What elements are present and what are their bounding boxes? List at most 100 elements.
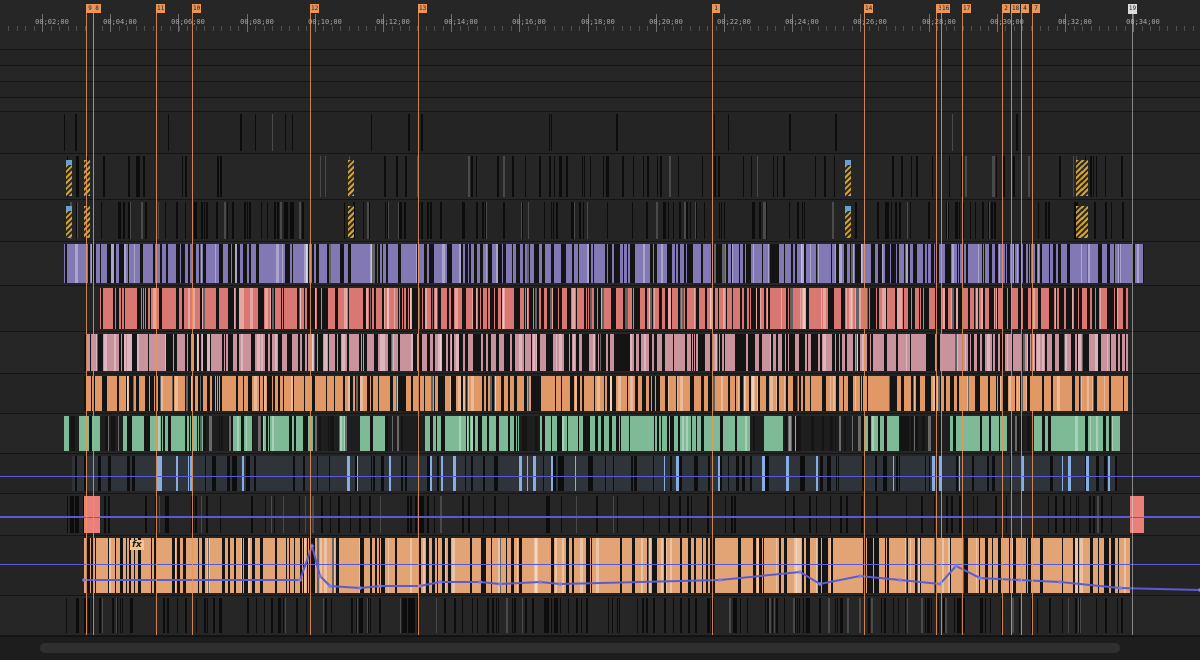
clip-edit[interactable] — [860, 244, 861, 283]
clip-edit[interactable] — [634, 334, 636, 371]
clip-sliver[interactable] — [691, 496, 692, 533]
clip-edit[interactable] — [175, 376, 178, 411]
clip-edit[interactable] — [696, 288, 699, 329]
clip-edit[interactable] — [438, 334, 441, 371]
clip-sliver[interactable] — [492, 598, 494, 633]
clip-edit[interactable] — [1110, 334, 1111, 371]
clip-edit[interactable] — [1038, 288, 1041, 329]
clip-edit[interactable] — [216, 376, 217, 411]
clip-sliver[interactable] — [560, 598, 561, 633]
clip-sliver[interactable] — [907, 598, 908, 633]
clip-sliver[interactable] — [428, 202, 429, 239]
clip-edit[interactable] — [229, 288, 230, 329]
clip-edit[interactable] — [291, 376, 293, 411]
clip-sliver[interactable] — [350, 496, 351, 533]
clip-edit[interactable] — [401, 456, 403, 491]
clip-edit[interactable] — [583, 334, 584, 371]
clip-edit[interactable] — [322, 334, 323, 371]
clip-edit[interactable] — [655, 244, 657, 283]
clip-edit[interactable] — [373, 244, 375, 283]
clip-edit[interactable] — [219, 244, 222, 283]
clip-edit[interactable] — [754, 416, 755, 451]
clip-sliver[interactable] — [965, 156, 967, 197]
clip-edit[interactable] — [414, 288, 417, 329]
clip-edit[interactable] — [944, 376, 945, 411]
keyframe-point[interactable] — [298, 578, 302, 582]
clip-edit[interactable] — [817, 334, 818, 371]
clip-sliver[interactable] — [361, 598, 363, 633]
clip-edit[interactable] — [188, 288, 190, 329]
clip-edit[interactable] — [593, 334, 596, 371]
clip-sliver[interactable] — [220, 598, 222, 633]
clip-sliver[interactable] — [408, 114, 410, 151]
clip-edit[interactable] — [200, 416, 202, 451]
clip-sliver[interactable] — [206, 202, 207, 239]
clip-sliver[interactable] — [729, 598, 731, 633]
clip-edit[interactable] — [659, 376, 660, 411]
clip-edit[interactable] — [1115, 288, 1117, 329]
clip-edit[interactable] — [561, 456, 564, 491]
clip-edit[interactable] — [588, 456, 590, 491]
clip-edit[interactable] — [678, 416, 680, 451]
clip-sliver[interactable] — [321, 496, 323, 533]
clip-sliver[interactable] — [654, 598, 655, 633]
clip-edit[interactable] — [105, 376, 107, 411]
clip-sliver[interactable] — [982, 202, 983, 239]
clip-edit[interactable] — [810, 244, 811, 283]
clip-sliver[interactable] — [410, 496, 412, 533]
clip-edit[interactable] — [953, 416, 956, 451]
clip-edit[interactable] — [134, 334, 137, 371]
clip-edit[interactable] — [625, 288, 628, 329]
clip-edit[interactable] — [816, 456, 818, 491]
clip-edit[interactable] — [261, 334, 262, 371]
clip-sliver[interactable] — [948, 202, 949, 239]
clip-edit[interactable] — [453, 456, 456, 491]
clip-sliver[interactable] — [305, 496, 306, 533]
clip-edit[interactable] — [695, 334, 696, 371]
clip-sliver[interactable] — [980, 598, 982, 633]
clip-edit[interactable] — [1057, 376, 1060, 411]
clip-edit[interactable] — [694, 456, 697, 491]
clip-edit[interactable] — [665, 376, 666, 411]
clip-sliver[interactable] — [1105, 156, 1106, 197]
clip-edit[interactable] — [514, 376, 517, 411]
clip-edit[interactable] — [785, 416, 787, 451]
clip-edit[interactable] — [462, 288, 464, 329]
clip-edit[interactable] — [229, 334, 231, 371]
clip-edit[interactable] — [437, 456, 439, 491]
timeline-track[interactable] — [0, 596, 1200, 636]
clip-sliver[interactable] — [921, 598, 923, 633]
horizontal-scrollbar[interactable] — [0, 636, 1200, 660]
clip-edit[interactable] — [265, 288, 268, 329]
clip-edit[interactable] — [1012, 334, 1013, 371]
clip-edit[interactable] — [398, 288, 399, 329]
clip-sliver[interactable] — [1076, 496, 1077, 533]
clip-sliver[interactable] — [514, 598, 516, 633]
clip-sliver[interactable] — [271, 598, 273, 633]
clip-sliver[interactable] — [216, 202, 218, 239]
clip-sliver[interactable] — [617, 598, 618, 633]
clip-edit[interactable] — [784, 244, 785, 283]
clip-sliver[interactable] — [1121, 156, 1123, 197]
clip-edit[interactable] — [382, 244, 383, 283]
audio-clip-hatched[interactable] — [1082, 206, 1088, 238]
clip-edit[interactable] — [467, 376, 469, 411]
clip-edit[interactable] — [116, 288, 119, 329]
clip-sliver[interactable] — [244, 202, 246, 239]
clip-edit[interactable] — [447, 244, 448, 283]
clip-sliver[interactable] — [990, 598, 991, 633]
clip-sliver[interactable] — [899, 202, 901, 239]
clip-sliver[interactable] — [584, 156, 585, 197]
clip-edit[interactable] — [789, 416, 792, 451]
clip-sliver[interactable] — [312, 496, 314, 533]
clip-sliver[interactable] — [612, 598, 613, 633]
clip-edit[interactable] — [329, 244, 331, 283]
clip-edit[interactable] — [587, 288, 588, 329]
clip-edit[interactable] — [596, 334, 598, 371]
clip-edit[interactable] — [384, 288, 385, 329]
clip-sliver[interactable] — [138, 156, 140, 197]
clip-edit[interactable] — [862, 376, 863, 411]
clip-sliver[interactable] — [264, 598, 265, 633]
clip-edit[interactable] — [913, 244, 915, 283]
clip-edit[interactable] — [516, 244, 519, 283]
